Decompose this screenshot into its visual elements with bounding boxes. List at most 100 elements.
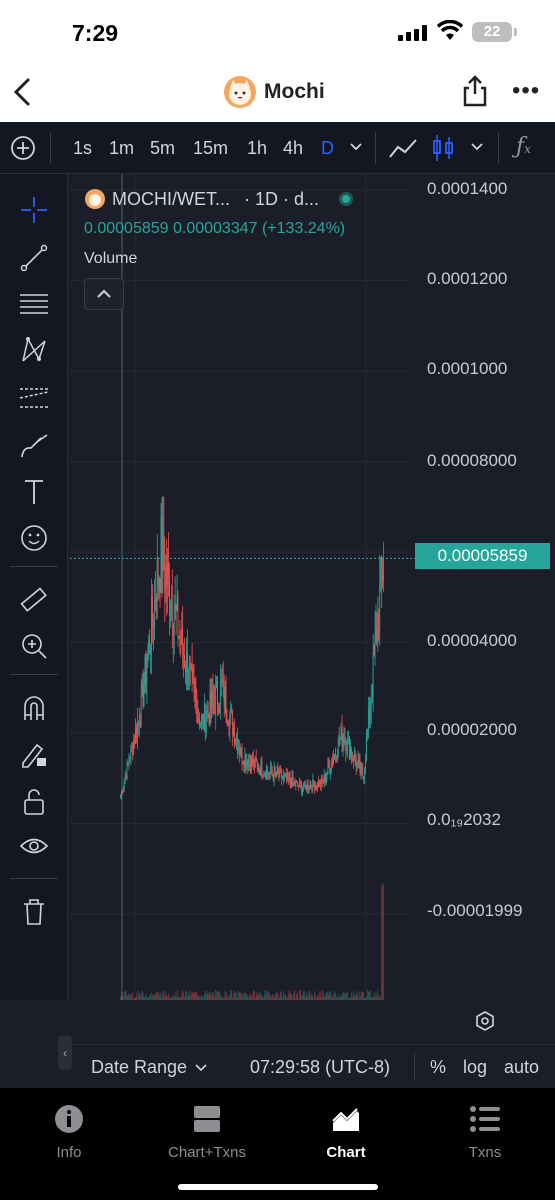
candle-body: [318, 780, 320, 787]
volume-bar: [331, 995, 332, 1000]
volume-bar: [323, 996, 325, 1000]
zoom-in-icon[interactable]: [16, 628, 52, 664]
candle-body: [267, 769, 268, 773]
volume-bar: [271, 995, 273, 1000]
candle-body: [223, 678, 225, 707]
volume-bar: [226, 997, 228, 1000]
lock-drawing-icon[interactable]: [16, 736, 52, 772]
candle-body: [301, 783, 302, 792]
candle-body: [164, 567, 166, 590]
chevron-down-icon[interactable]: [195, 1064, 207, 1072]
collapse-legend-button[interactable]: [84, 278, 124, 310]
volume-bar: [275, 992, 277, 1000]
volume-bar: [138, 993, 140, 1000]
interval-1s[interactable]: 1s: [73, 138, 92, 159]
line-chart-type-icon[interactable]: [388, 135, 418, 161]
chevron-down-icon[interactable]: [349, 142, 363, 152]
volume-bar: [358, 997, 360, 1000]
eye-icon[interactable]: [16, 830, 52, 866]
interval-1h[interactable]: 1h: [247, 138, 267, 159]
volume-bar: [192, 992, 194, 1000]
trend-line-icon[interactable]: [16, 240, 52, 276]
more-options-icon[interactable]: •••: [512, 79, 540, 103]
volume-bar: [344, 992, 346, 1000]
volume-bar: [302, 991, 304, 1000]
volume-bar: [124, 991, 126, 1000]
candle-body: [335, 755, 337, 760]
chart-canvas[interactable]: [70, 174, 555, 1000]
volume-bar: [375, 991, 377, 1000]
date-range-button[interactable]: Date Range: [91, 1057, 187, 1078]
volume-bar: [260, 993, 262, 1000]
candle-body: [140, 691, 142, 728]
candle-body: [275, 772, 277, 776]
volume-bar: [214, 997, 216, 1000]
tab-chart[interactable]: Chart: [277, 1104, 415, 1161]
volume-bar: [249, 994, 250, 1000]
tab-chart-txns[interactable]: Chart+Txns: [138, 1104, 276, 1161]
candle-body: [317, 782, 318, 788]
interval-4h[interactable]: 4h: [283, 138, 303, 159]
share-icon[interactable]: [460, 74, 490, 108]
volume-bar: [254, 997, 256, 1000]
volume-bar: [240, 993, 242, 1000]
ruler-icon[interactable]: [16, 582, 52, 618]
fib-retracement-icon[interactable]: [16, 286, 52, 322]
candle-body: [244, 755, 246, 768]
interval-15m[interactable]: 15m: [193, 138, 228, 159]
volume-bar: [291, 994, 293, 1000]
add-symbol-icon[interactable]: [10, 135, 36, 161]
candle-body: [290, 782, 292, 788]
candle-body: [355, 760, 357, 768]
candle-body: [332, 761, 333, 764]
chevron-down-icon[interactable]: [470, 142, 484, 152]
info-icon: [55, 1105, 83, 1133]
tab-info[interactable]: Info: [0, 1104, 138, 1161]
volume-bar: [128, 993, 130, 1000]
volume-bar: [225, 991, 227, 1000]
interval-5m[interactable]: 5m: [150, 138, 175, 159]
candle-body: [330, 769, 331, 773]
brush-icon[interactable]: [16, 428, 52, 464]
emoji-icon[interactable]: [16, 520, 52, 556]
percent-toggle[interactable]: %: [430, 1057, 446, 1078]
candle-body: [225, 687, 227, 715]
clock-timezone[interactable]: 07:29:58 (UTC-8): [250, 1057, 390, 1078]
volume-bar: [156, 992, 158, 1000]
volume-bar: [313, 997, 315, 1000]
candle-body: [252, 757, 253, 764]
price-chart[interactable]: MOCHI/WET... · 1D · d... 0.00005859 0.00…: [70, 174, 555, 1132]
indicators-icon[interactable]: ƒx: [516, 134, 531, 159]
candle-body: [196, 699, 198, 723]
candle-body: [126, 762, 128, 779]
volume-bar: [366, 996, 367, 1000]
volume-bar: [283, 991, 284, 1000]
volume-bar: [334, 993, 336, 1000]
settings-hex-icon[interactable]: [474, 1010, 496, 1032]
volume-bar: [130, 995, 132, 1000]
auto-toggle[interactable]: auto: [504, 1057, 539, 1078]
log-toggle[interactable]: log: [463, 1057, 487, 1078]
candles-icon[interactable]: [432, 133, 454, 163]
tab-txns[interactable]: Txns: [416, 1104, 554, 1161]
back-icon[interactable]: [8, 74, 38, 110]
split-icon: [194, 1106, 220, 1132]
volume-bar: [132, 992, 133, 1000]
forecast-icon[interactable]: [16, 380, 52, 416]
candle-body: [258, 769, 260, 771]
volume-bar: [307, 995, 309, 1000]
interval-d[interactable]: D: [321, 138, 334, 159]
candle-body: [364, 768, 365, 780]
pattern-icon[interactable]: [16, 332, 52, 368]
volume-bar: [250, 993, 251, 1000]
text-tool-icon[interactable]: [16, 474, 52, 510]
interval-1m[interactable]: 1m: [109, 138, 134, 159]
volume-bar: [174, 996, 176, 1000]
candle-body: [246, 760, 248, 767]
magnet-icon[interactable]: [16, 690, 52, 726]
trash-icon[interactable]: [16, 894, 52, 930]
volume-bar: [209, 991, 211, 1000]
unlock-icon[interactable]: [16, 784, 52, 820]
crosshair-icon[interactable]: [16, 192, 52, 228]
candle-body: [380, 556, 381, 586]
